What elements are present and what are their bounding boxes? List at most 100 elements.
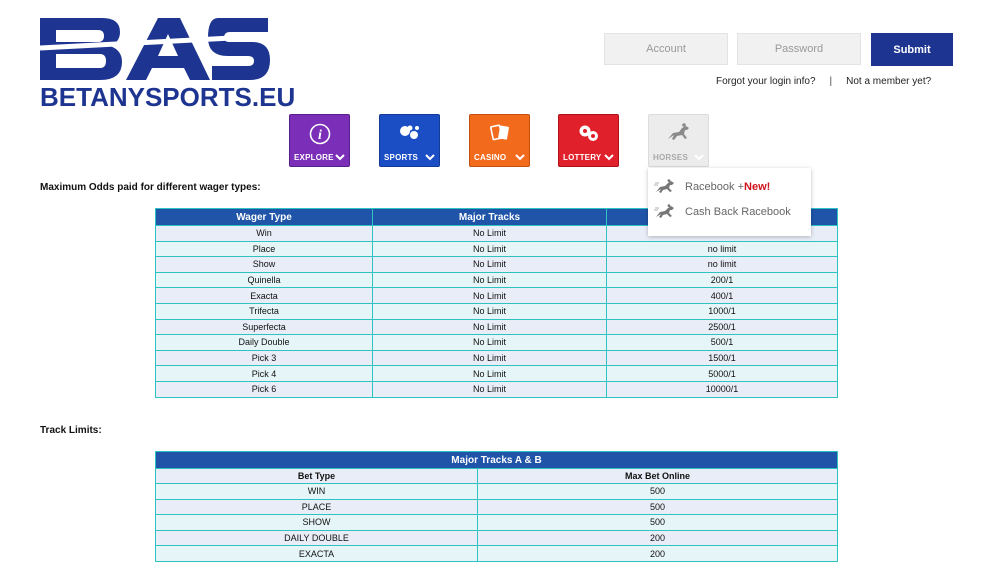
cell: No Limit (372, 225, 607, 242)
cell: 500 (477, 514, 838, 531)
horse-icon (649, 123, 708, 148)
cell: Pick 6 (155, 380, 373, 398)
account-input[interactable] (604, 33, 728, 65)
nav-casino[interactable]: CASINO (469, 114, 530, 167)
table-row: PLACE 500 (155, 498, 838, 516)
table-row: SHOW 500 (155, 514, 838, 531)
cell: No Limit (372, 240, 607, 258)
max-odds-table: Wager Type Major Tracks WinNo Limitno li… (155, 208, 838, 398)
cell: 400/1 (606, 287, 838, 304)
horse-racing-icon (654, 179, 674, 193)
table-row: EXACTA 200 (155, 545, 838, 562)
menu-item-racebook[interactable]: Racebook + New! (654, 177, 770, 197)
cell: no limit (606, 240, 838, 258)
cell: No Limit (372, 380, 607, 398)
cell: EXACTA (155, 545, 478, 562)
odds-heading: Maximum Odds paid for different wager ty… (40, 182, 261, 193)
nav-sports[interactable]: SPORTS (379, 114, 440, 167)
sports-balls-icon (380, 123, 439, 150)
signup-link[interactable]: Not a member yet? (846, 76, 931, 87)
table-row: DAILY DOUBLE 200 (155, 529, 838, 547)
cell: 10000/1 (606, 380, 838, 398)
cell: Superfecta (155, 318, 373, 336)
cell: 2500/1 (606, 318, 838, 336)
new-badge: New! (744, 181, 771, 193)
table-row: Exacta No Limit 400/1 (155, 287, 838, 304)
table-row: WIN 500 (155, 483, 838, 500)
cell: WIN (155, 483, 478, 500)
table-row: Place No Limit no limit (155, 240, 838, 258)
link-separator: | (829, 76, 833, 87)
limits-header-row: Bet Type Max Bet Online (155, 468, 838, 484)
table-row: Superfecta No Limit 2500/1 (155, 318, 838, 336)
cell: No Limit (372, 365, 607, 382)
info-icon: i (290, 123, 349, 150)
horses-dropdown-menu: Racebook + New! Cash Back Racebook (648, 168, 811, 236)
cell: Trifecta (155, 302, 373, 320)
cell: 1500/1 (606, 349, 838, 367)
svg-text:i: i (318, 128, 322, 143)
cell: 500 (477, 483, 838, 500)
cell: SHOW (155, 514, 478, 531)
cell: Quinella (155, 271, 373, 289)
cell: No Limit (372, 318, 607, 336)
password-input[interactable] (737, 33, 861, 65)
login-links: Forgot your login info? | Not a member yet… (716, 76, 931, 87)
forgot-login-link[interactable]: Forgot your login info? (716, 76, 816, 87)
horse-racing-icon (654, 204, 674, 218)
table-row: Quinella No Limit 200/1 (155, 271, 838, 289)
cell: Exacta (155, 287, 373, 304)
cell: No Limit (372, 287, 607, 304)
col-header-max-bet: Max Bet Online (477, 468, 838, 484)
chevron-down-icon (694, 154, 704, 161)
cell: 5000/1 (606, 365, 838, 382)
cell: 500/1 (606, 334, 838, 351)
cell: no limit (606, 256, 838, 273)
cell: No Limit (372, 256, 607, 273)
cell: No Limit (372, 334, 607, 351)
table-row: Show No Limit no limit (155, 256, 838, 273)
menu-item-cash-back-racebook[interactable]: Cash Back Racebook (654, 202, 791, 222)
logo[interactable]: BETANYSPORTS.EU (40, 14, 295, 110)
table-row: Pick 3 No Limit 1500/1 (155, 349, 838, 367)
cell: No Limit (372, 271, 607, 289)
nav-explore[interactable]: i EXPLORE (289, 114, 350, 167)
nav-horses[interactable]: HORSES (648, 114, 709, 167)
bas-logo-mark (40, 18, 270, 80)
chevron-down-icon (604, 154, 614, 161)
cell: DAILY DOUBLE (155, 529, 478, 547)
cards-icon (470, 123, 529, 150)
limits-title-row: Major Tracks A & B (155, 451, 838, 469)
chevron-down-icon (425, 154, 435, 161)
cell: Pick 3 (155, 349, 373, 367)
nav-casino-label: CASINO (474, 153, 507, 162)
menu-item-cash-back-label: Cash Back Racebook (685, 206, 791, 218)
col-header-major-tracks: Major Tracks (372, 208, 607, 226)
cell: 200 (477, 529, 838, 547)
nav-horses-label: HORSES (653, 153, 688, 162)
cell: Win (155, 225, 373, 242)
cell: Pick 4 (155, 365, 373, 382)
cell: PLACE (155, 498, 478, 516)
nav-lottery[interactable]: LOTTERY (558, 114, 619, 167)
col-header-bet-type: Bet Type (155, 468, 478, 484)
cell: Daily Double (155, 334, 373, 351)
nav-sports-label: SPORTS (384, 153, 419, 162)
cell: Show (155, 256, 373, 273)
table-row: Pick 6 No Limit 10000/1 (155, 380, 838, 398)
lottery-balls-icon (559, 123, 618, 150)
cell: 500 (477, 498, 838, 516)
cell: 200/1 (606, 271, 838, 289)
logo-text: BETANYSPORTS.EU (40, 82, 296, 112)
table-row: Daily Double No Limit 500/1 (155, 334, 838, 351)
cell: No Limit (372, 302, 607, 320)
table-row: Pick 4 No Limit 5000/1 (155, 365, 838, 382)
cell: 1000/1 (606, 302, 838, 320)
nav-explore-label: EXPLORE (294, 153, 334, 162)
track-limits-heading: Track Limits: (40, 425, 102, 436)
chevron-down-icon (515, 154, 525, 161)
cell: 200 (477, 545, 838, 562)
submit-button[interactable]: Submit (871, 33, 953, 66)
chevron-down-icon (335, 154, 345, 161)
limits-table-title: Major Tracks A & B (155, 451, 838, 469)
